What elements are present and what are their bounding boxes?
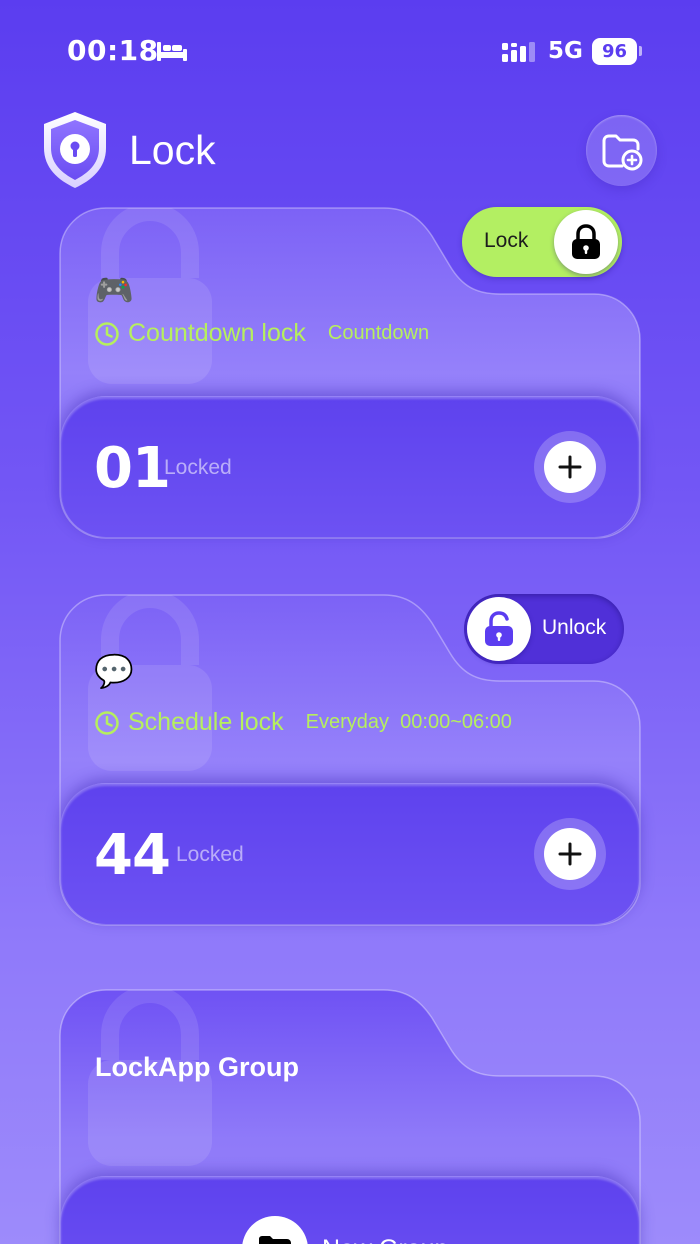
locked-label: Locked	[164, 456, 232, 479]
group-title: LockApp Group	[95, 1052, 299, 1082]
lock-type-name: Schedule lock	[128, 708, 284, 736]
status-time: 00:18	[67, 34, 159, 67]
add-folder-button[interactable]	[586, 115, 657, 186]
folder-icon	[259, 1236, 291, 1244]
battery-indicator: 96	[592, 38, 637, 65]
lock-card-schedule[interactable]: Unlock 💬 Schedule lock Everyday 00:00~06…	[58, 593, 642, 927]
battery-tip	[639, 46, 642, 56]
toggle-knob	[554, 210, 618, 274]
clock-icon	[95, 710, 119, 735]
lock-card-group[interactable]: LockApp Group New Group	[58, 988, 642, 1244]
lock-type-name: Countdown lock	[128, 319, 306, 347]
game-controller-icon: 🎮	[94, 272, 134, 308]
page-title: Lock	[129, 127, 216, 173]
toggle-knob	[467, 597, 531, 661]
new-group-button[interactable]: New Group	[242, 1216, 448, 1244]
lock-closed-icon	[572, 224, 600, 259]
signal-icon	[502, 42, 535, 62]
lock-type-row: Countdown lock Countdown	[94, 319, 429, 348]
add-app-button[interactable]	[534, 431, 606, 503]
locked-count: 01	[94, 436, 171, 501]
folder-add-icon	[602, 134, 642, 170]
message-bubble-icon: 💬	[94, 653, 134, 689]
unlock-toggle[interactable]: Unlock	[464, 594, 624, 664]
clock-icon	[95, 321, 119, 346]
lock-open-icon	[485, 611, 513, 646]
lock-toggle[interactable]: Lock	[462, 207, 622, 277]
lock-card-countdown[interactable]: Lock 🎮 Countdown lock Countdown 01 Locke…	[58, 206, 642, 540]
lock-type-detail: Countdown	[327, 322, 430, 344]
locked-label: Locked	[176, 843, 244, 866]
status-bar: 00:18 5G 96	[0, 0, 700, 100]
locked-count: 44	[94, 823, 171, 888]
shield-lock-icon	[44, 112, 106, 188]
plus-icon	[558, 842, 582, 866]
lock-toggle-label: Lock	[484, 229, 529, 252]
lock-type-row: Schedule lock Everyday 00:00~06:00	[94, 708, 512, 737]
network-label: 5G	[548, 38, 583, 64]
add-app-button[interactable]	[534, 818, 606, 890]
battery-level: 96	[601, 41, 628, 62]
lock-type-detail: Everyday 00:00~06:00	[305, 711, 512, 733]
bed-icon	[157, 42, 187, 61]
new-group-label: New Group	[322, 1235, 448, 1244]
unlock-toggle-label: Unlock	[542, 616, 607, 639]
plus-icon	[558, 455, 582, 479]
